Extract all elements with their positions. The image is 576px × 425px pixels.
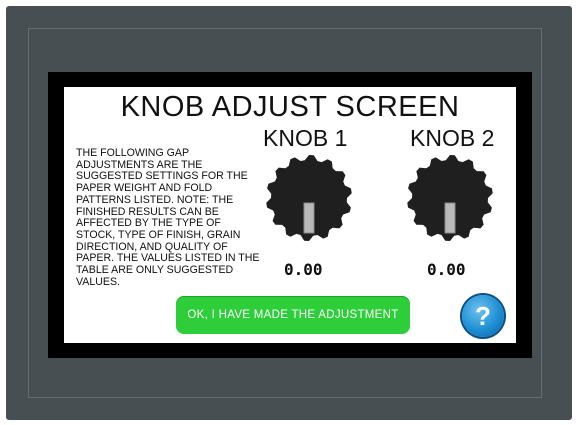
help-question-icon[interactable]: ? [462,295,504,337]
ok-adjustment-button[interactable]: OK, I HAVE MADE THE ADJUSTMENT [176,296,410,334]
knob-1-label: KNOB 1 [263,125,348,151]
knob-2-label: KNOB 2 [410,125,495,151]
knob-2-dial-icon[interactable] [403,151,497,245]
instructions-text: THE FOLLOWING GAP ADJUSTMENTS ARE THE SU… [76,147,260,288]
knob-pointer [303,202,315,234]
knob-1-dial-icon[interactable] [262,151,356,245]
page-title: KNOB ADJUST SCREEN [120,91,460,123]
knob-pointer [444,202,456,234]
knob-1-value: 0.00 [284,260,323,279]
touch-screen: KNOB ADJUST SCREEN KNOB 1 KNOB 2 THE FOL… [64,87,516,343]
knob-2-value: 0.00 [427,260,466,279]
